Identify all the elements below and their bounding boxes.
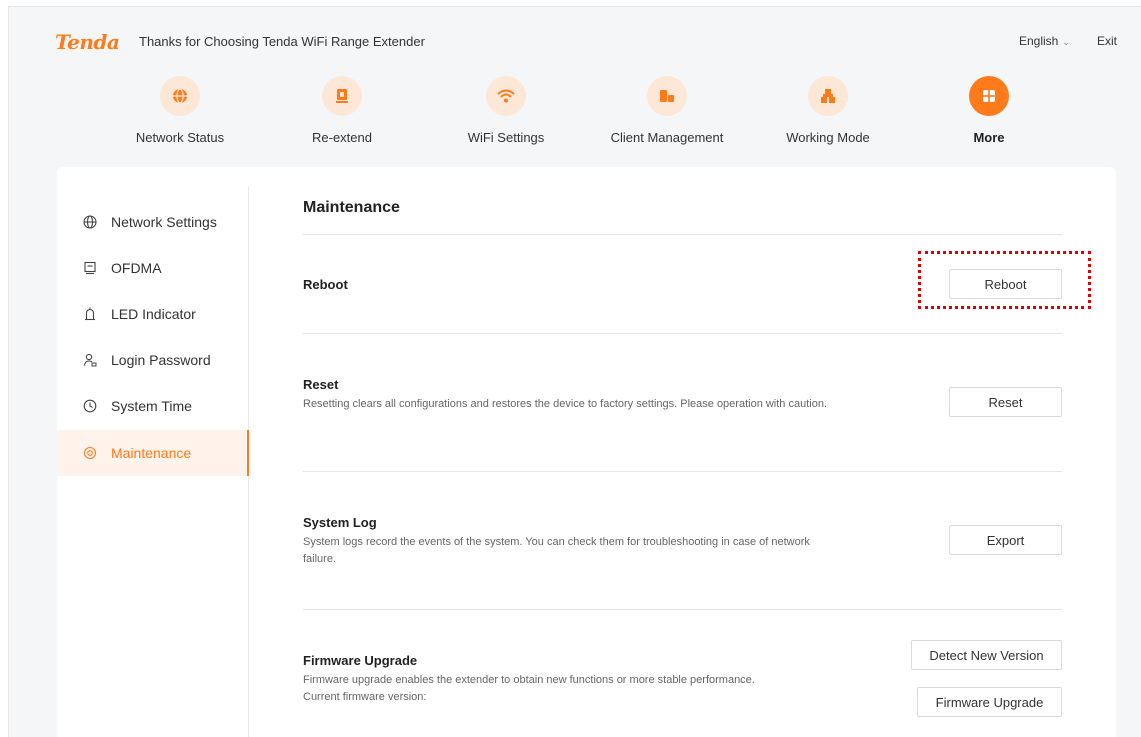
sidebar-item-label: Login Password	[111, 352, 211, 368]
divider	[303, 234, 1062, 235]
system-log-description: System logs record the events of the sys…	[303, 536, 810, 565]
nav-label: Working Mode	[786, 130, 870, 145]
chevron-down-icon: ⌄	[1062, 37, 1070, 47]
sidebar-item-login-password[interactable]: Login Password	[57, 337, 248, 383]
monitor-icon	[82, 260, 98, 276]
reset-description: Resetting clears all configurations and …	[303, 398, 828, 410]
divider	[303, 333, 1062, 334]
sidebar-item-network-settings[interactable]: Network Settings	[57, 199, 248, 245]
wifi-icon	[486, 76, 526, 116]
mode-icon	[808, 76, 848, 116]
globe-icon	[160, 76, 200, 116]
user-lock-icon	[82, 352, 98, 368]
nav-wifi-settings[interactable]: WiFi Settings	[431, 76, 581, 156]
firmware-upgrade-title: Firmware Upgrade	[303, 653, 418, 668]
reset-title: Reset	[303, 377, 339, 392]
led-icon	[82, 306, 98, 322]
nav-label: Network Status	[135, 130, 225, 145]
divider	[303, 609, 1062, 610]
nav-more[interactable]: More	[914, 76, 1064, 156]
language-label: English	[1019, 34, 1059, 48]
sidebar-item-led-indicator[interactable]: LED Indicator	[57, 291, 248, 337]
language-selector[interactable]: English ⌄	[1019, 34, 1070, 48]
extender-icon	[322, 76, 362, 116]
nav-re-extend[interactable]: Re-extend	[267, 76, 417, 156]
nav-label: More	[973, 130, 1005, 145]
sidebar-item-label: Maintenance	[111, 445, 192, 461]
divider	[303, 471, 1062, 472]
globe-icon	[82, 214, 98, 230]
sidebar-item-system-time[interactable]: System Time	[57, 383, 248, 429]
sidebar-item-label: LED Indicator	[111, 306, 196, 322]
page-title: Maintenance	[303, 199, 400, 216]
nav-label: Client Management	[610, 130, 724, 145]
exit-link[interactable]: Exit	[1097, 34, 1117, 48]
firmware-version-label: Current firmware version:	[303, 691, 427, 703]
sidebar-item-ofdma[interactable]: OFDMA	[57, 245, 248, 291]
sidebar-item-label: System Time	[111, 398, 192, 414]
gear-icon	[82, 445, 98, 461]
nav-client-management[interactable]: Client Management	[592, 76, 742, 156]
reboot-title: Reboot	[303, 277, 348, 292]
firmware-upgrade-description: Firmware upgrade enables the extender to…	[303, 674, 755, 686]
nav-working-mode[interactable]: Working Mode	[753, 76, 903, 156]
clients-icon	[647, 76, 687, 116]
nav-label: Re-extend	[312, 130, 372, 145]
sidebar-item-label: OFDMA	[111, 260, 162, 276]
clock-icon	[82, 398, 98, 414]
nav-network-status[interactable]: Network Status	[105, 76, 255, 156]
reset-button[interactable]: Reset	[949, 387, 1062, 417]
header-title: Thanks for Choosing Tenda WiFi Range Ext…	[139, 34, 425, 49]
export-button[interactable]: Export	[949, 525, 1062, 555]
nav-label: WiFi Settings	[467, 130, 545, 145]
sidebar-item-maintenance[interactable]: Maintenance	[57, 430, 249, 476]
more-grid-icon	[969, 76, 1009, 116]
firmware-upgrade-button[interactable]: Firmware Upgrade	[917, 687, 1062, 717]
tenda-logo: Tenda	[55, 30, 120, 54]
detect-new-version-button[interactable]: Detect New Version	[911, 640, 1062, 670]
sidebar-item-label: Network Settings	[111, 214, 217, 230]
system-log-title: System Log	[303, 515, 377, 530]
highlight-box	[918, 251, 1091, 309]
